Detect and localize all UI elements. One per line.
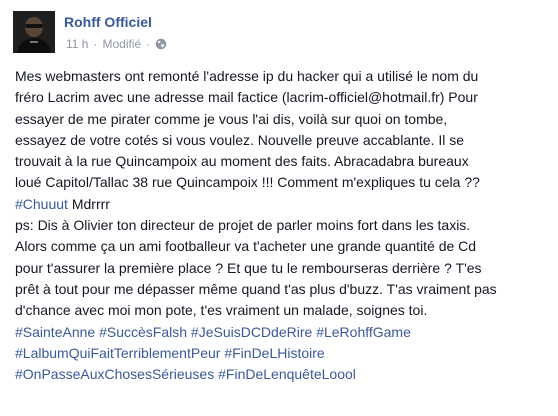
post-body: Mes webmasters ont remonté l'adresse ip …	[15, 66, 548, 385]
post-time[interactable]: 11 h	[66, 37, 88, 51]
post-text-line: #OnPasseAuxChosesSérieuses #FinDeLenquêt…	[15, 364, 548, 385]
avatar-image	[13, 11, 55, 53]
post-meta: 11 h · Modifié ·	[66, 37, 167, 51]
post-text-line: #Chuuut Mdrrrr	[15, 194, 548, 215]
post-text-line: Mes webmasters ont remonté l'adresse ip …	[15, 66, 548, 87]
meta-separator: ·	[93, 37, 98, 51]
post-text-line: ps: Dis à Olivier ton directeur de proje…	[15, 215, 548, 236]
hashtag-link[interactable]: #JeSuisDCDdeRire	[191, 324, 312, 340]
post-text: trouvait à la rue Quincampoix au moment …	[15, 153, 469, 170]
post-text: prêt à tout pour me dépasser même quand …	[15, 280, 497, 297]
post-text: d'chance avec moi mon pote, t'es vraimen…	[15, 302, 428, 319]
post-text-line: Alors comme ça un ami footballeur va t'a…	[15, 236, 548, 257]
hashtag-link[interactable]: #OnPasseAuxChosesSérieuses	[15, 366, 214, 382]
globe-icon[interactable]	[155, 38, 167, 50]
post-text-line: essayez de votre cotés si vous voulez. N…	[15, 130, 548, 151]
post-text-line: #SainteAnne #SuccèsFalsh #JeSuisDCDdeRir…	[15, 322, 548, 343]
meta-separator: ·	[146, 37, 151, 51]
post-text-line: pour t'assurer la première place ? Et qu…	[15, 258, 548, 279]
post-text-line: essayer de me pirater comme je vous l'ai…	[15, 109, 548, 130]
hashtag-link[interactable]: #Chuuut	[15, 196, 68, 212]
author-avatar[interactable]	[13, 11, 55, 53]
post-text: essayez de votre cotés si vous voulez. N…	[15, 131, 465, 148]
post-text: Mdrrrr	[67, 195, 110, 212]
post-text-line: prêt à tout pour me dépasser même quand …	[15, 279, 548, 300]
post-text-line: d'chance avec moi mon pote, t'es vraimen…	[15, 300, 548, 321]
post-text-line: trouvait à la rue Quincampoix au moment …	[15, 151, 548, 172]
post-text-line: fréro Lacrim avec une adresse mail facti…	[15, 87, 548, 108]
edited-label[interactable]: Modifié	[102, 37, 141, 51]
hashtag-link[interactable]: #LalbumQuiFaitTerriblementPeur	[15, 345, 220, 361]
hashtag-link[interactable]: #SuccèsFalsh	[99, 324, 187, 340]
post-text: essayer de me pirater comme je vous l'ai…	[15, 110, 448, 127]
hashtag-link[interactable]: #FinDeLenquêteLoool	[218, 366, 356, 382]
post-text: ps: Dis à Olivier ton directeur de proje…	[15, 217, 471, 234]
author-name[interactable]: Rohff Officiel	[64, 14, 152, 30]
hashtag-link[interactable]: #SainteAnne	[15, 324, 95, 340]
post-text: pour t'assurer la première place ? Et qu…	[15, 259, 482, 276]
post-text: Alors comme ça un ami footballeur va t'a…	[15, 238, 477, 255]
post-text: Mes webmasters ont remonté l'adresse ip …	[15, 68, 479, 84]
hashtag-link[interactable]: #FinDeLHistoire	[224, 345, 324, 361]
hashtag-link[interactable]: #LeRohffGame	[316, 324, 411, 340]
post-text-line: #LalbumQuiFaitTerriblementPeur #FinDeLHi…	[15, 343, 548, 364]
facebook-post: Rohff Officiel 11 h · Modifié · Mes webm…	[0, 0, 558, 416]
post-text: fréro Lacrim avec une adresse mail facti…	[15, 89, 478, 106]
post-text: loué Capitol/Tallac 38 rue Quincampoix !…	[15, 174, 480, 191]
post-text-line: loué Capitol/Tallac 38 rue Quincampoix !…	[15, 172, 548, 193]
